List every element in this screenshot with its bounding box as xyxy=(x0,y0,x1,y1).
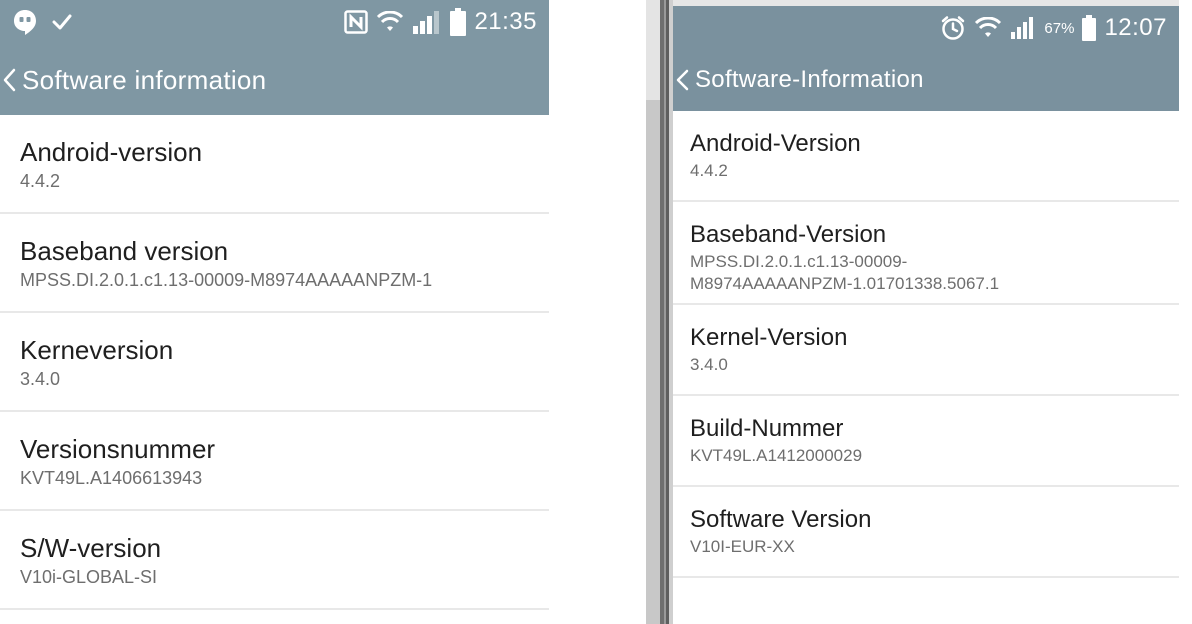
nfc-icon xyxy=(344,10,369,34)
item-title: Android-Version xyxy=(690,130,861,157)
item-title: S/W-version xyxy=(20,533,162,563)
item-title: Kernel-Version xyxy=(690,324,848,351)
list-item-android-version[interactable]: Android-Version 4.4.2 xyxy=(673,111,1179,202)
item-value: 3.4.0 xyxy=(690,355,728,374)
item-value: V10i-GLOBAL-SI xyxy=(20,567,158,587)
item-title: Android-version xyxy=(20,137,203,167)
item-value: 3.4.0 xyxy=(20,369,61,389)
item-title: Build-Nummer xyxy=(690,415,844,442)
right-phone-screen: 67% 12:07 Software-Information Android-V… xyxy=(673,0,1179,624)
alarm-icon xyxy=(940,15,966,41)
wifi-icon xyxy=(376,11,404,33)
list-item-kernel-version[interactable]: Kerneversion 3.4.0 xyxy=(0,313,549,412)
list-item-baseband-version[interactable]: Baseband-Version MPSS.DI.2.0.1.c1.13-000… xyxy=(673,202,1179,305)
list-item-build-number[interactable]: Versionsnummer KVT49L.A1406613943 xyxy=(0,412,549,511)
item-value: KVT49L.A1406613943 xyxy=(20,468,203,488)
item-value: 4.4.2 xyxy=(20,171,61,191)
battery-icon xyxy=(450,8,467,36)
item-value: KVT49L.A1412000029 xyxy=(690,446,863,465)
left-phone-screen: 21:35 Software information Android-versi… xyxy=(0,0,549,624)
signal-icon xyxy=(412,10,442,34)
right-status-clock: 12:07 xyxy=(1104,14,1167,41)
right-status-bar: 67% 12:07 xyxy=(673,6,1179,50)
right-title-row[interactable]: Software-Information xyxy=(673,58,924,102)
right-info-list: Android-Version 4.4.2 Baseband-Version M… xyxy=(673,111,1179,578)
item-title: Versionsnummer xyxy=(20,434,216,464)
window-edge xyxy=(660,0,673,624)
list-item-android-version[interactable]: Android-version 4.4.2 xyxy=(0,115,549,214)
list-item-build-number[interactable]: Build-Nummer KVT49L.A1412000029 xyxy=(673,396,1179,487)
divider-gutter xyxy=(549,0,673,624)
item-title: Baseband version xyxy=(20,236,229,266)
check-icon[interactable] xyxy=(52,13,72,31)
back-chevron-icon[interactable] xyxy=(0,67,22,93)
wifi-icon xyxy=(974,17,1002,39)
signal-icon xyxy=(1010,17,1036,39)
battery-icon xyxy=(1082,15,1097,41)
screenshot-stage: 21:35 Software information Android-versi… xyxy=(0,0,1192,624)
list-item-software-version[interactable]: Software Version V10I-EUR-XX xyxy=(673,487,1179,578)
item-title: Kerneversion xyxy=(20,335,174,365)
left-status-clock: 21:35 xyxy=(474,8,537,35)
left-status-bar: 21:35 xyxy=(0,0,549,44)
item-value: V10I-EUR-XX xyxy=(690,537,795,556)
right-app-bar: 67% 12:07 Software-Information xyxy=(673,0,1179,111)
list-item-kernel-version[interactable]: Kernel-Version 3.4.0 xyxy=(673,305,1179,396)
battery-percent: 67% xyxy=(1044,19,1075,37)
left-title-row[interactable]: Software information xyxy=(0,58,266,102)
item-title: Baseband-Version xyxy=(690,221,887,248)
page-title: Software-Information xyxy=(695,66,924,93)
list-item-baseband-version[interactable]: Baseband version MPSS.DI.2.0.1.c1.13-000… xyxy=(0,214,549,313)
item-value: 4.4.2 xyxy=(690,161,728,180)
scrollbar-thumb[interactable] xyxy=(646,100,660,624)
left-info-list: Android-version 4.4.2 Baseband version M… xyxy=(0,115,549,610)
hangouts-icon[interactable] xyxy=(12,9,38,35)
list-item-software-version[interactable]: S/W-version V10i-GLOBAL-SI xyxy=(0,511,549,610)
right-edge-margin xyxy=(1179,0,1192,624)
item-value: MPSS.DI.2.0.1.c1.13-00009- M8974AAAAANPZ… xyxy=(690,252,1000,293)
item-title: Software Version xyxy=(690,506,872,533)
item-value: MPSS.DI.2.0.1.c1.13-00009-M8974AAAAANPZM… xyxy=(20,270,433,290)
page-title: Software information xyxy=(22,64,267,95)
left-app-bar: 21:35 Software information xyxy=(0,0,549,115)
back-chevron-icon[interactable] xyxy=(673,68,695,92)
